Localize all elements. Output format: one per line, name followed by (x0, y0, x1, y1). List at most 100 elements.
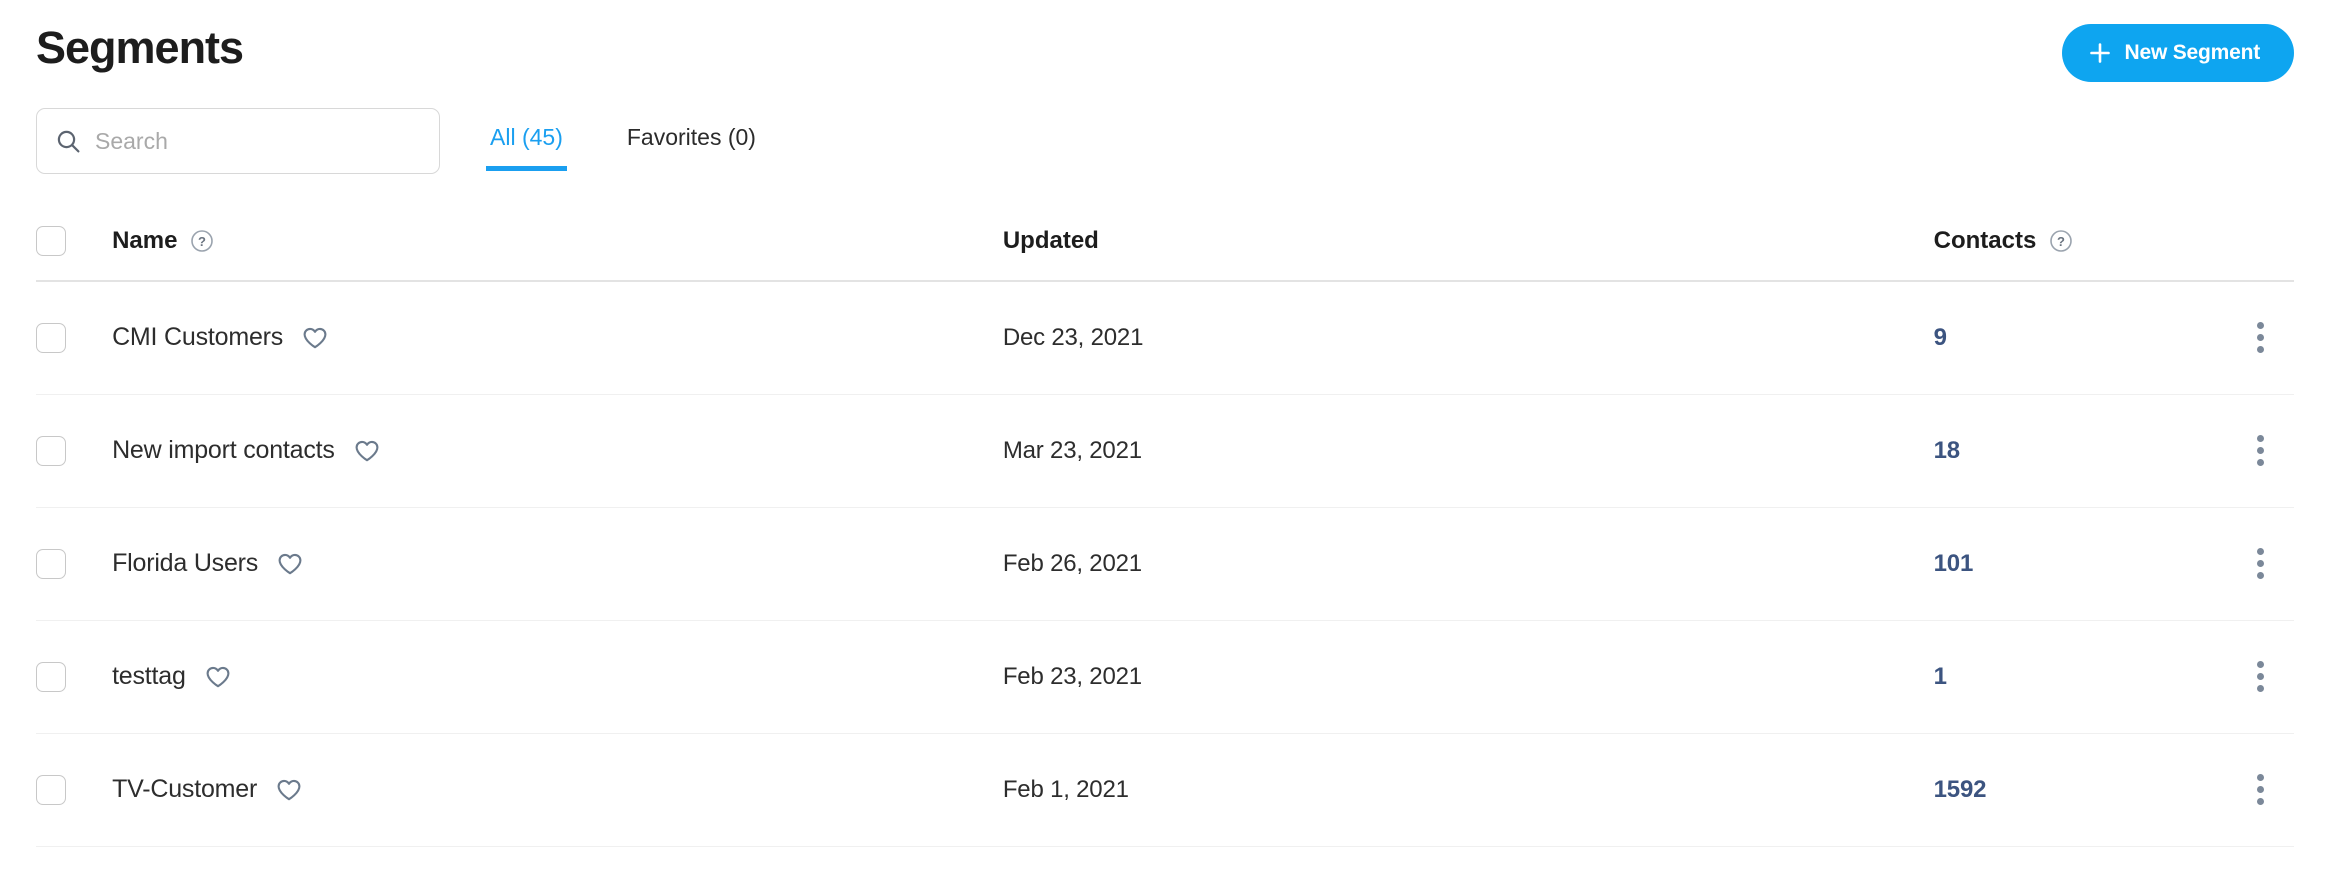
table-head: Name ? Updated Contacts ? (36, 216, 2294, 282)
kebab-menu-icon[interactable] (2240, 431, 2280, 471)
kebab-dot (2256, 346, 2264, 354)
kebab-menu-icon[interactable] (2240, 657, 2280, 697)
favorite-heart-icon[interactable] (353, 437, 381, 465)
row-checkbox[interactable] (36, 435, 66, 466)
kebab-menu-icon[interactable] (2240, 770, 2280, 810)
row-checkbox[interactable] (36, 548, 66, 579)
favorite-heart-icon[interactable] (204, 663, 232, 691)
row-contacts-cell: 1 (1933, 620, 2204, 734)
search-input[interactable] (95, 127, 421, 155)
contacts-count[interactable]: 101 (1934, 550, 1974, 577)
row-actions-cell (2203, 733, 2294, 847)
row-select-cell (36, 620, 113, 734)
row-select-cell (36, 394, 113, 508)
row-name-cell: TV-Customer (112, 733, 1003, 847)
contacts-help-icon[interactable]: ? (2049, 229, 2073, 253)
select-all-checkbox[interactable] (36, 226, 66, 256)
header-actions-cell (2203, 216, 2294, 282)
header-contacts-label: Contacts (1933, 227, 2037, 254)
row-contacts-cell: 18 (1933, 394, 2204, 508)
row-actions-cell (2203, 620, 2294, 734)
segments-table: Name ? Updated Contacts ? CMI Customers … (36, 216, 2294, 847)
kebab-menu-icon[interactable] (2240, 318, 2280, 358)
kebab-dot (2256, 685, 2264, 692)
row-actions-cell (2203, 507, 2294, 621)
table-row[interactable]: TV-Customer Feb 1, 2021 1592 (36, 733, 2294, 847)
header-updated-cell: Updated (1002, 216, 1934, 282)
header-contacts-cell: Contacts ? (1933, 216, 2204, 282)
row-name-cell: New import contacts (112, 394, 1003, 508)
row-contacts-cell: 9 (1933, 281, 2204, 395)
search-icon (55, 128, 82, 155)
row-updated-cell: Dec 23, 2021 (1002, 281, 1934, 395)
tab-favorites[interactable]: Favorites (0) (623, 116, 760, 171)
row-checkbox[interactable] (36, 774, 66, 805)
row-contacts-cell: 1592 (1933, 733, 2204, 847)
svg-text:?: ? (198, 234, 206, 249)
row-name-cell: testtag (112, 620, 1003, 734)
kebab-dot (2256, 798, 2264, 805)
svg-text:?: ? (2057, 234, 2065, 249)
header-name-label: Name (112, 227, 178, 254)
table-body: CMI Customers Dec 23, 2021 9 New import … (36, 281, 2294, 847)
tab-all[interactable]: All (45) (486, 116, 567, 171)
kebab-dot (2256, 322, 2264, 330)
row-updated-cell: Feb 23, 2021 (1002, 620, 1934, 734)
favorite-heart-icon[interactable] (301, 324, 329, 352)
updated-date: Mar 23, 2021 (1002, 436, 1142, 464)
contacts-count[interactable]: 1 (1934, 663, 1947, 690)
row-contacts-cell: 101 (1933, 507, 2204, 621)
new-segment-button[interactable]: New Segment (2061, 24, 2294, 82)
row-updated-cell: Feb 26, 2021 (1002, 507, 1934, 621)
favorite-heart-icon[interactable] (276, 550, 304, 578)
kebab-dot (2256, 661, 2264, 668)
kebab-dot (2256, 774, 2264, 781)
table-row[interactable]: New import contacts Mar 23, 2021 18 (36, 394, 2294, 508)
segment-name[interactable]: Florida Users (112, 549, 258, 578)
page-header: Segments New Segment (36, 0, 2294, 108)
contacts-count[interactable]: 18 (1934, 437, 1960, 464)
segment-name[interactable]: TV-Customer (112, 775, 257, 804)
segment-name[interactable]: New import contacts (112, 436, 335, 465)
row-checkbox[interactable] (36, 322, 66, 353)
kebab-dot (2256, 786, 2264, 793)
updated-date: Feb 26, 2021 (1002, 549, 1142, 577)
search-box[interactable] (36, 108, 440, 174)
contacts-count[interactable]: 1592 (1934, 776, 1987, 803)
segment-name[interactable]: testtag (112, 662, 186, 691)
tab-all-label: All (45) (490, 124, 563, 150)
row-actions-cell (2203, 281, 2294, 395)
favorite-heart-icon[interactable] (275, 776, 303, 804)
kebab-dot (2256, 560, 2264, 567)
kebab-dot (2256, 572, 2264, 579)
kebab-dot (2256, 447, 2264, 454)
tabs: All (45) Favorites (0) (486, 108, 760, 171)
row-select-cell (36, 733, 113, 847)
page-title: Segments (36, 22, 244, 73)
row-updated-cell: Mar 23, 2021 (1002, 394, 1934, 508)
table-header-row: Name ? Updated Contacts ? (36, 216, 2294, 282)
row-select-cell (36, 507, 113, 621)
updated-date: Feb 1, 2021 (1002, 775, 1129, 803)
table-row[interactable]: CMI Customers Dec 23, 2021 9 (36, 281, 2294, 395)
table-row[interactable]: Florida Users Feb 26, 2021 101 (36, 507, 2294, 621)
segments-page: Segments New Segment All (45) (0, 0, 2330, 878)
new-segment-label: New Segment (2124, 41, 2261, 64)
updated-date: Dec 23, 2021 (1002, 323, 1144, 351)
tab-favorites-label: Favorites (0) (626, 124, 756, 150)
plus-icon (2088, 41, 2112, 65)
kebab-dot (2256, 673, 2264, 680)
kebab-menu-icon[interactable] (2240, 544, 2280, 584)
table-row[interactable]: testtag Feb 23, 2021 1 (36, 620, 2294, 734)
row-updated-cell: Feb 1, 2021 (1002, 733, 1934, 847)
header-name-cell: Name ? (112, 216, 1003, 282)
header-updated-label: Updated (1002, 227, 1099, 254)
toolbar: All (45) Favorites (0) (36, 108, 2294, 216)
name-help-icon[interactable]: ? (190, 229, 214, 253)
kebab-dot (2256, 459, 2264, 466)
contacts-count[interactable]: 9 (1934, 324, 1947, 351)
row-select-cell (36, 281, 113, 395)
row-checkbox[interactable] (36, 661, 66, 692)
segment-name[interactable]: CMI Customers (112, 323, 283, 352)
header-select-all-cell (36, 216, 113, 282)
